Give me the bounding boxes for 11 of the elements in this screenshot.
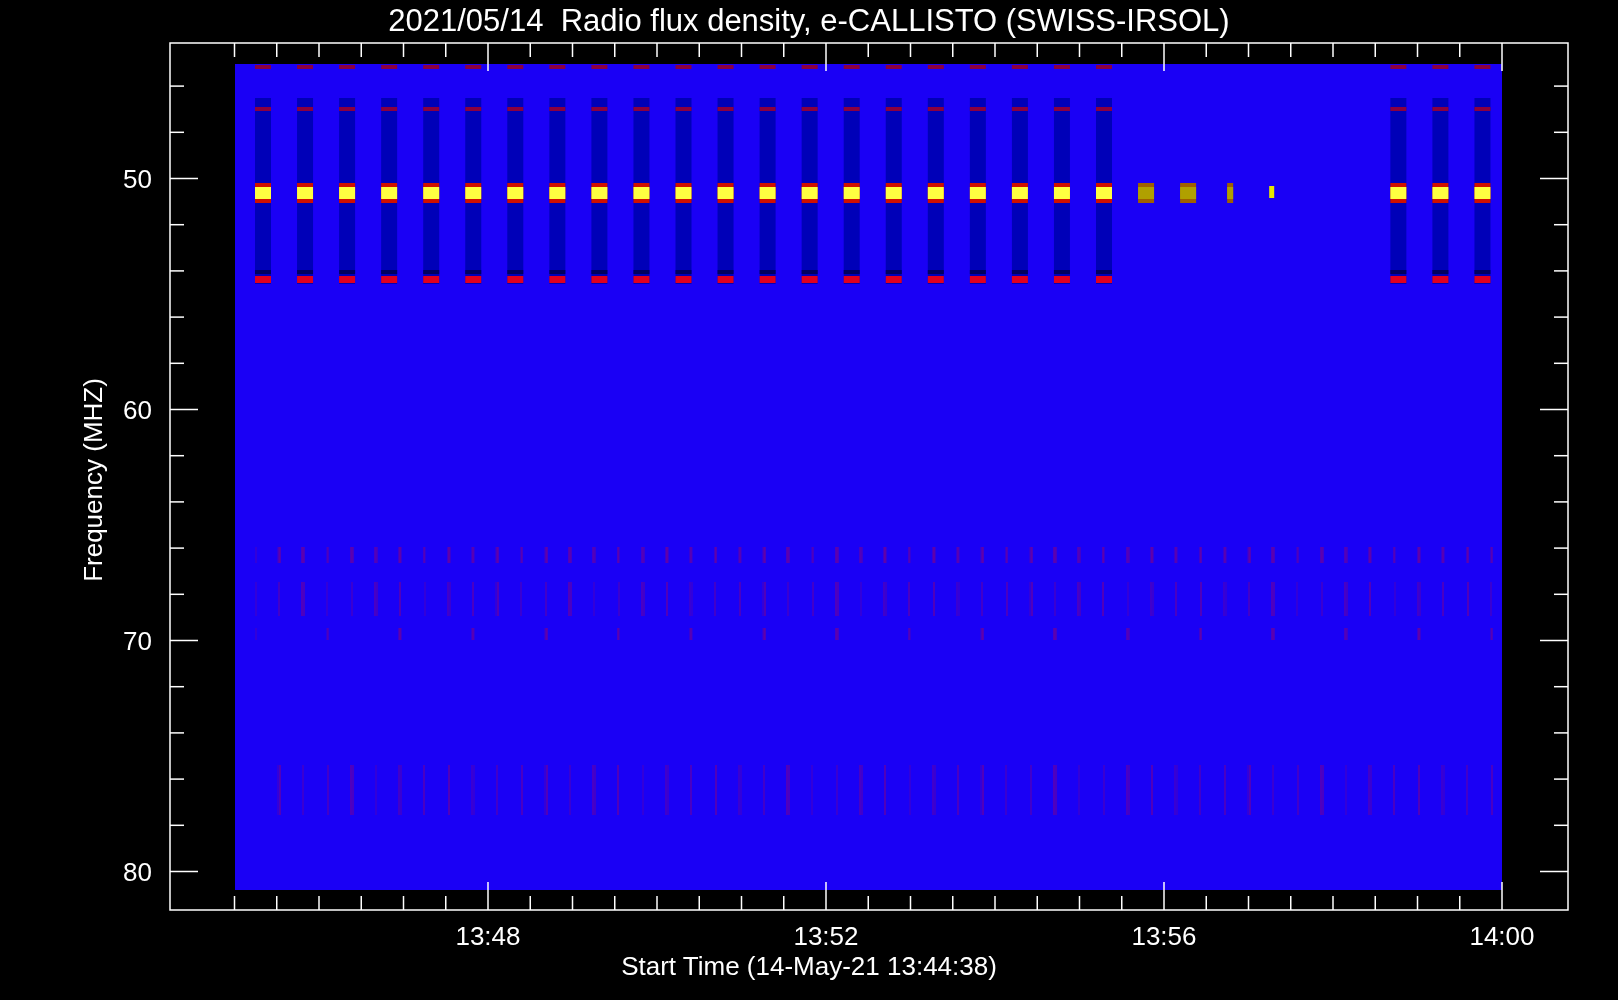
tick-label: 13:52 (793, 921, 859, 951)
axis-label: Frequency (MHZ) (78, 378, 108, 582)
tick-label: 14:00 (1469, 921, 1535, 951)
tick-label: 80 (123, 856, 152, 887)
tick-label: 13:48 (455, 921, 521, 951)
tick-label: 13:56 (1131, 921, 1197, 951)
tick-label: 70 (123, 625, 152, 656)
axis-label: Start Time (14-May-21 13:44:38) (621, 951, 997, 981)
plot-title: 2021/05/14 Radio flux density, e-CALLISTO (SWISS-IRSOL) (388, 3, 1230, 38)
tick-label: 50 (123, 163, 152, 194)
tick-label: 60 (123, 394, 152, 425)
